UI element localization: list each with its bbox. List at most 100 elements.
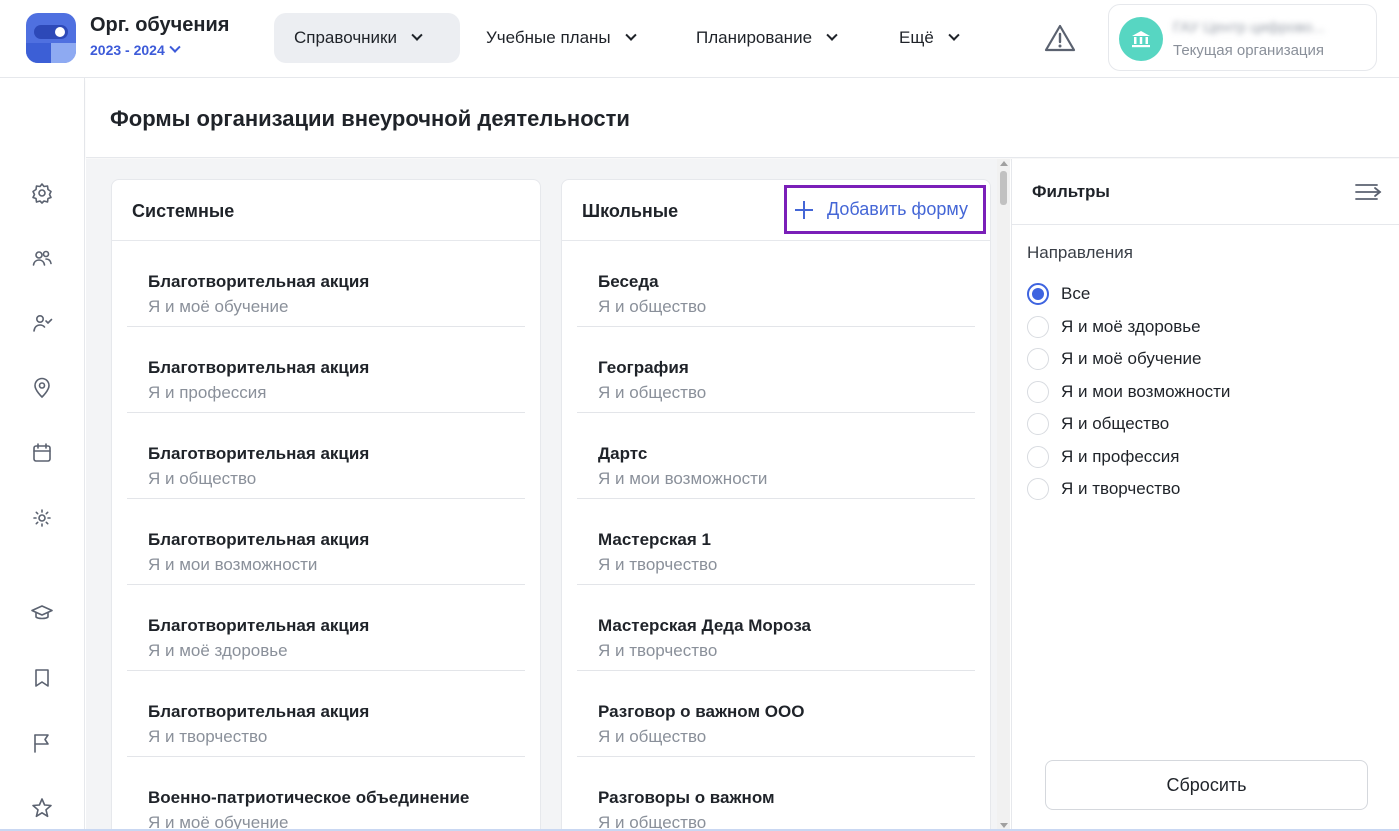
radio-label: Я и профессия bbox=[1061, 446, 1180, 466]
radio-label: Я и моё здоровье bbox=[1061, 316, 1201, 336]
radio-button[interactable] bbox=[1027, 478, 1049, 501]
list-item[interactable]: География Я и общество bbox=[577, 327, 975, 413]
add-form-button[interactable]: Добавить форму bbox=[784, 185, 986, 234]
radio-button[interactable] bbox=[1027, 413, 1049, 436]
nav-curricula[interactable]: Учебные планы bbox=[466, 13, 655, 63]
sun-icon[interactable] bbox=[30, 506, 54, 530]
system-forms-panel: Системные Благотворительная акция Я и мо… bbox=[111, 179, 541, 831]
plus-icon bbox=[795, 200, 813, 219]
radio-option-creativity[interactable]: Я и творчество bbox=[1027, 473, 1230, 506]
item-title: Мастерская 1 bbox=[598, 530, 711, 549]
page-title: Формы организации внеурочной деятельност… bbox=[110, 106, 630, 131]
list-item[interactable]: Благотворительная акция Я и моё здоровье bbox=[127, 585, 525, 671]
item-direction: Я и моё обучение bbox=[148, 297, 289, 316]
item-direction: Я и профессия bbox=[148, 383, 267, 402]
calendar-icon[interactable] bbox=[30, 441, 54, 465]
sidebar bbox=[0, 78, 85, 831]
item-direction: Я и творчество bbox=[598, 555, 718, 574]
app-logo-icon[interactable] bbox=[26, 13, 76, 63]
panel-header: Школьные Добавить форму bbox=[562, 180, 990, 241]
radio-option-learning[interactable]: Я и моё обучение bbox=[1027, 343, 1230, 376]
nav-label: Планирование bbox=[696, 28, 813, 47]
filters-panel: Фильтры Направления Все Я и моё здоровье… bbox=[1011, 159, 1399, 831]
item-title: География bbox=[598, 358, 689, 377]
list-item[interactable]: Разговоры о важном Я и общество bbox=[577, 757, 975, 831]
nav-planning[interactable]: Планирование bbox=[676, 13, 856, 63]
item-title: Разговоры о важном bbox=[598, 788, 775, 807]
list-item[interactable]: Мастерская Деда Мороза Я и творчество bbox=[577, 585, 975, 671]
list-item[interactable]: Благотворительная акция Я и творчество bbox=[127, 671, 525, 757]
item-title: Благотворительная акция bbox=[148, 444, 370, 463]
scroll-down-icon[interactable] bbox=[1000, 823, 1008, 828]
radio-option-all[interactable]: Все bbox=[1027, 278, 1230, 311]
org-title: Орг. обучения bbox=[90, 14, 230, 36]
flag-icon[interactable] bbox=[30, 731, 54, 755]
filters-title: Фильтры bbox=[1032, 182, 1110, 201]
item-title: Разговор о важном ООО bbox=[598, 702, 805, 721]
users-icon[interactable] bbox=[30, 246, 54, 270]
star-icon[interactable] bbox=[30, 796, 54, 820]
location-pin-icon[interactable] bbox=[30, 376, 54, 400]
reset-button[interactable]: Сбросить bbox=[1045, 760, 1368, 810]
radio-option-society[interactable]: Я и общество bbox=[1027, 408, 1230, 441]
scroll-up-icon[interactable] bbox=[1000, 161, 1008, 166]
list-item[interactable]: Дартс Я и мои возможности bbox=[577, 413, 975, 499]
add-form-label: Добавить форму bbox=[827, 199, 968, 219]
nav-references[interactable]: Справочники bbox=[274, 13, 460, 63]
list-item[interactable]: Благотворительная акция Я и общество bbox=[127, 413, 525, 499]
nav-label: Справочники bbox=[294, 28, 397, 47]
item-title: Благотворительная акция bbox=[148, 616, 370, 635]
list-item[interactable]: Благотворительная акция Я и профессия bbox=[127, 327, 525, 413]
nav-more[interactable]: Ещё bbox=[879, 13, 978, 63]
radio-button[interactable] bbox=[1027, 348, 1049, 371]
graduation-cap-icon[interactable] bbox=[30, 601, 54, 625]
list-item[interactable]: Благотворительная акция Я и мои возможно… bbox=[127, 499, 525, 585]
school-forms-list: Беседа Я и общество География Я и общест… bbox=[562, 241, 990, 831]
gear-icon[interactable] bbox=[30, 181, 54, 205]
radio-option-opportunities[interactable]: Я и мои возможности bbox=[1027, 376, 1230, 409]
warning-icon[interactable] bbox=[1044, 23, 1076, 53]
bookmark-icon[interactable] bbox=[30, 666, 54, 690]
radio-option-health[interactable]: Я и моё здоровье bbox=[1027, 311, 1230, 344]
filters-header: Фильтры bbox=[1012, 159, 1399, 225]
filter-section-label: Направления bbox=[1027, 243, 1133, 262]
nav-label: Учебные планы bbox=[486, 28, 611, 47]
year-selector[interactable]: 2023 - 2024 bbox=[90, 41, 181, 58]
item-direction: Я и творчество bbox=[148, 727, 268, 746]
list-item[interactable]: Военно-патриотическое объединение Я и мо… bbox=[127, 757, 525, 831]
content-scrollbar[interactable] bbox=[997, 159, 1010, 831]
system-forms-list: Благотворительная акция Я и моё обучение… bbox=[112, 241, 540, 831]
list-item[interactable]: Беседа Я и общество bbox=[577, 241, 975, 327]
main-content: Системные Благотворительная акция Я и мо… bbox=[86, 159, 1010, 831]
item-title: Военно-патриотическое объединение bbox=[148, 788, 470, 807]
scroll-thumb[interactable] bbox=[1000, 171, 1007, 205]
radio-label: Я и общество bbox=[1061, 414, 1170, 434]
collapse-panel-icon[interactable] bbox=[1355, 183, 1382, 201]
item-direction: Я и общество bbox=[148, 469, 257, 488]
nav-label: Ещё bbox=[899, 28, 934, 47]
user-check-icon[interactable] bbox=[30, 311, 54, 335]
radio-button[interactable] bbox=[1027, 445, 1049, 468]
list-item[interactable]: Мастерская 1 Я и творчество bbox=[577, 499, 975, 585]
item-direction: Я и общество bbox=[598, 727, 707, 746]
chevron-down-icon bbox=[411, 29, 423, 41]
radio-button[interactable] bbox=[1027, 315, 1049, 338]
radio-label: Все bbox=[1061, 284, 1091, 304]
radio-label: Я и творчество bbox=[1061, 479, 1181, 499]
list-item[interactable]: Разговор о важном ООО Я и общество bbox=[577, 671, 975, 757]
item-title: Благотворительная акция bbox=[148, 272, 370, 291]
item-title: Благотворительная акция bbox=[148, 358, 370, 377]
radio-option-profession[interactable]: Я и профессия bbox=[1027, 441, 1230, 474]
current-org-card[interactable]: ГАУ Центр цифрово... Текущая организация bbox=[1108, 4, 1377, 71]
radio-button[interactable] bbox=[1027, 380, 1049, 403]
top-bar: Орг. обучения 2023 - 2024 Справочники Уч… bbox=[0, 0, 1399, 78]
item-direction: Я и общество bbox=[598, 383, 707, 402]
item-title: Беседа bbox=[598, 272, 659, 291]
radio-button[interactable] bbox=[1027, 283, 1049, 306]
chevron-down-icon bbox=[948, 29, 960, 41]
direction-radio-group: Все Я и моё здоровье Я и моё обучение Я … bbox=[1027, 278, 1230, 506]
bank-icon bbox=[1119, 17, 1163, 61]
chevron-down-icon bbox=[826, 29, 838, 41]
list-item[interactable]: Благотворительная акция Я и моё обучение bbox=[127, 241, 525, 327]
radio-label: Я и моё обучение bbox=[1061, 349, 1202, 369]
